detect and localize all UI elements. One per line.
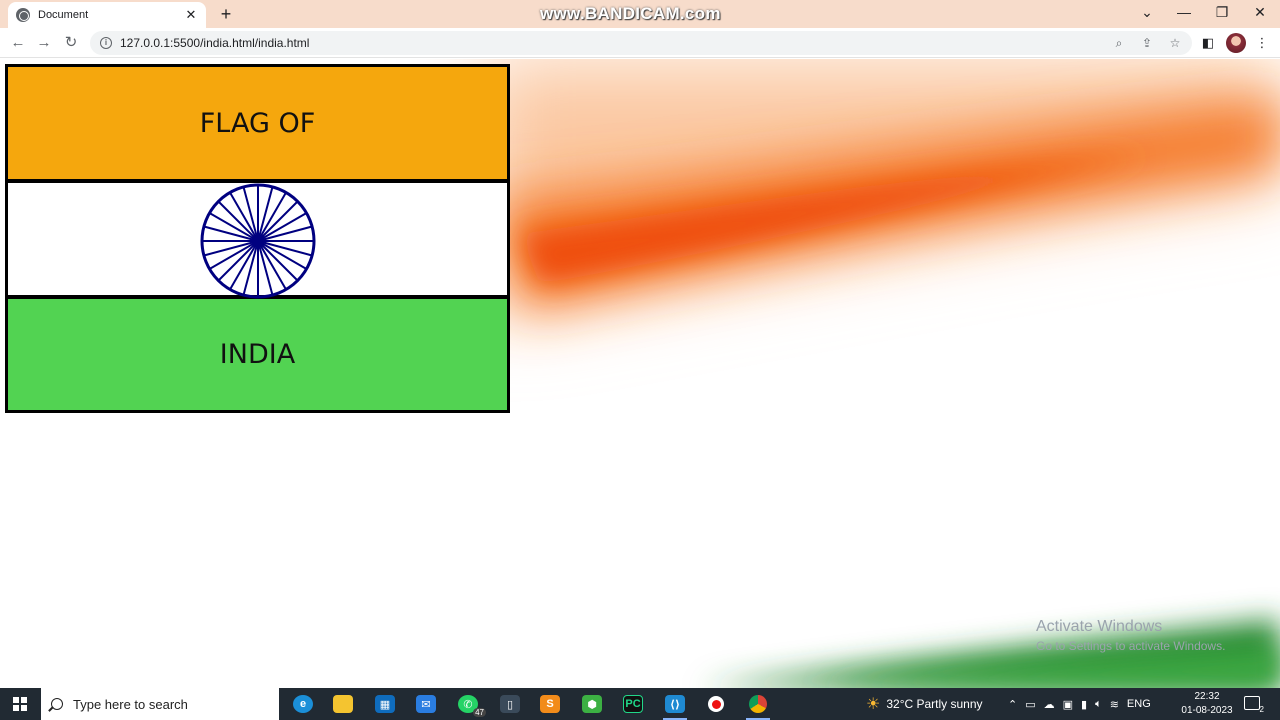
share-icon[interactable]: ⇪ [1140,36,1154,50]
tray-chevron-icon[interactable]: ⌃ [1008,698,1017,711]
minimize-button[interactable]: — [1169,4,1199,20]
taskbar-search-box[interactable]: Type here to search [41,688,279,720]
reload-icon[interactable]: ↻ [61,33,81,53]
mail-icon[interactable]: ✉ [406,688,446,720]
flag-top-text: FLAG OF [199,107,316,139]
recording-watermark: www.BANDICAM.com [540,4,721,23]
wifi-icon[interactable]: ≋ [1110,698,1119,711]
site-info-icon[interactable]: i [100,37,112,49]
weather-sun-icon: ☀ [866,696,881,713]
volume-icon[interactable]: 🔈︎ [1095,698,1102,711]
flag-bottom-text: INDIA [219,339,296,370]
tray-device-icon[interactable]: ▭ [1025,698,1035,711]
file-explorer-icon[interactable] [323,688,363,720]
side-panel-icon[interactable]: ◧ [1199,34,1217,52]
title-bar: Document ✕ + www.BANDICAM.com ⌄ — ❐ ✕ [0,0,1280,28]
chrome-icon[interactable] [738,688,778,720]
whatsapp-badge: 47 [473,708,486,717]
white-stripe [8,183,507,299]
language-indicator[interactable]: ENG [1127,698,1151,710]
notification-count: 2 [1259,705,1264,714]
address-bar[interactable]: i 127.0.0.1:5500/india.html/india.html ⌕… [90,31,1192,55]
tab-search-chevron-icon[interactable]: ⌄ [1132,4,1162,21]
start-button[interactable] [0,688,40,720]
sublime-text-icon[interactable]: S [530,688,570,720]
forward-arrow-icon[interactable]: → [34,33,54,53]
clock[interactable]: 22:32 01-08-2023 [1176,690,1238,718]
url-text[interactable]: 127.0.0.1:5500/india.html/india.html [120,36,1098,50]
restore-button[interactable]: ❐ [1207,4,1237,21]
new-tab-button[interactable]: + [216,4,236,25]
whatsapp-icon[interactable]: ✆ 47 [448,688,488,720]
saffron-stripe: FLAG OF [8,67,507,179]
close-window-button[interactable]: ✕ [1245,4,1275,21]
weather-widget[interactable]: ☀ 32°C Partly sunny [866,688,983,720]
phone-link-icon[interactable]: ▯ [490,688,530,720]
taskbar: Type here to search e ▦ ✉ ✆ 47 ▯ S ⬢ PC ⟨… [0,688,1280,720]
globe-icon [16,8,30,22]
activation-subtitle: Go to Settings to activate Windows. [1036,639,1226,653]
clock-time: 22:32 [1194,691,1220,702]
indian-flag: FLAG OF INDIA [5,64,510,413]
green-app-icon[interactable]: ⬢ [572,688,612,720]
back-arrow-icon[interactable]: ← [8,33,28,53]
green-stripe: INDIA [8,299,507,410]
activation-title: Activate Windows [1036,618,1163,635]
system-tray: ⌃ ▭ ☁ ▣ ▮ 🔈︎ ≋ ENG [1008,688,1151,720]
bookmark-star-icon[interactable]: ☆ [1168,36,1182,50]
tab-title: Document [38,9,89,21]
microsoft-store-icon[interactable]: ▦ [365,688,405,720]
menu-kebab-icon[interactable]: ⋮ [1253,34,1271,52]
pycharm-icon[interactable]: PC [613,688,653,720]
bandicam-record-icon[interactable] [696,688,736,720]
browser-toolbar: ← → ↻ i 127.0.0.1:5500/india.html/india.… [0,28,1280,58]
activate-windows-notice: Activate Windows Go to Settings to activ… [1036,618,1225,653]
notification-center-icon[interactable]: 2 [1244,696,1264,714]
browser-tab[interactable]: Document ✕ [8,2,206,28]
page-viewport: FLAG OF INDIA Activate Windows Go to Set… [0,59,1280,688]
tray-app-icon[interactable]: ▣ [1063,698,1073,711]
clock-date: 01-08-2023 [1181,705,1233,716]
onedrive-icon[interactable]: ☁ [1044,698,1055,711]
windows-logo-icon [13,697,27,711]
battery-icon[interactable]: ▮ [1081,698,1087,711]
ashoka-chakra-icon [200,183,316,299]
vscode-icon[interactable]: ⟨⟩ [655,688,695,720]
edge-app-icon[interactable]: e [283,688,323,720]
search-placeholder[interactable]: Type here to search [73,697,188,712]
tab-close-button[interactable]: ✕ [184,7,198,23]
profile-avatar[interactable] [1226,33,1246,53]
search-icon [51,698,63,710]
weather-text: 32°C Partly sunny [886,697,983,711]
zoom-icon[interactable]: ⌕ [1112,36,1126,51]
